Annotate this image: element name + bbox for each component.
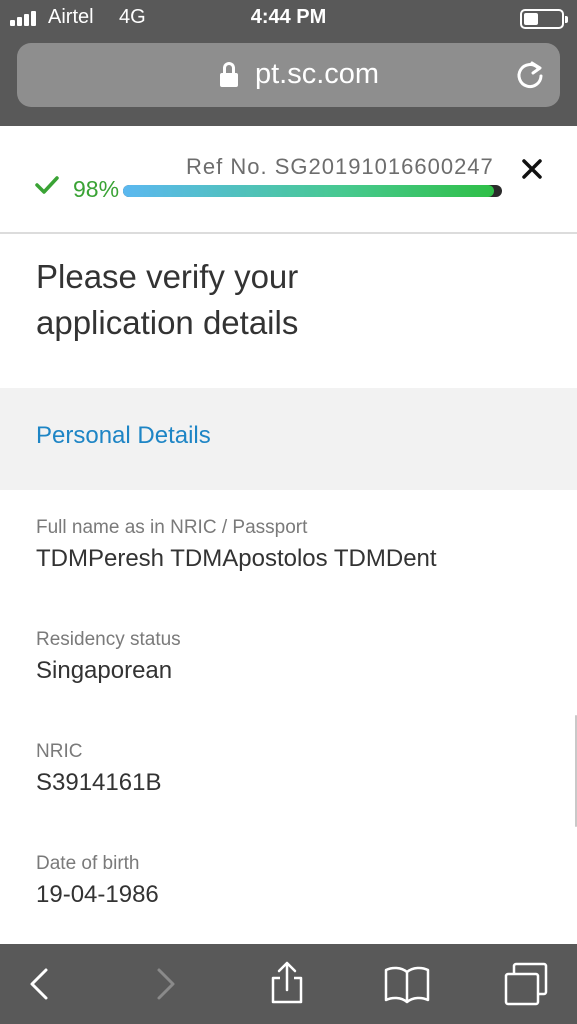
page-title: Please verify your application details [36, 254, 516, 346]
tabs-icon[interactable] [502, 960, 550, 1008]
field-date-of-birth: Date of birth 19-04-1986 [36, 853, 556, 909]
field-value: Singaporean [36, 657, 173, 684]
browser-toolbar [0, 944, 577, 1024]
status-time: 4:44 PM [250, 6, 327, 28]
section-header: Personal Details [0, 388, 577, 490]
field-full-name: Full name as in NRIC / Passport TDMPeres… [36, 517, 556, 573]
field-value: S3914161B [36, 769, 162, 796]
progress-bar [123, 185, 502, 197]
lock-icon [220, 62, 238, 88]
section-title-personal-details: Personal Details [36, 422, 211, 449]
progress-header: 98% Ref No. SG20191016600247 [0, 126, 577, 234]
status-bar: Airtel 4G 4:44 PM [0, 0, 577, 38]
field-label: Full name as in NRIC / Passport [36, 517, 308, 538]
field-nric: NRIC S3914161B [36, 741, 556, 797]
page-title-line-1: Please verify your [36, 258, 299, 295]
share-icon[interactable] [263, 960, 311, 1008]
field-label: Date of birth [36, 853, 140, 874]
field-value: 19-04-1986 [36, 881, 159, 908]
field-value: TDMPeresh TDMApostolos TDMDent [36, 545, 437, 572]
field-label: NRIC [36, 741, 83, 762]
browser-chrome: Airtel 4G 4:44 PM pt.sc.com [0, 0, 577, 126]
check-icon [35, 176, 59, 194]
field-label: Residency status [36, 629, 181, 650]
url-text[interactable]: pt.sc.com [255, 58, 379, 91]
reference-number: Ref No. SG20191016600247 [186, 154, 494, 179]
page-title-line-2: application details [36, 304, 299, 341]
progress-percent: 98% [73, 176, 120, 202]
forward-icon[interactable] [141, 960, 189, 1008]
reload-icon[interactable] [514, 59, 546, 91]
battery-icon [520, 9, 568, 29]
back-icon[interactable] [16, 960, 64, 1008]
bookmarks-icon[interactable] [383, 960, 431, 1008]
address-bar[interactable]: pt.sc.com [17, 43, 560, 107]
close-icon[interactable] [520, 157, 544, 181]
progress-bar-fill [123, 185, 495, 197]
field-residency-status: Residency status Singaporean [36, 629, 556, 685]
